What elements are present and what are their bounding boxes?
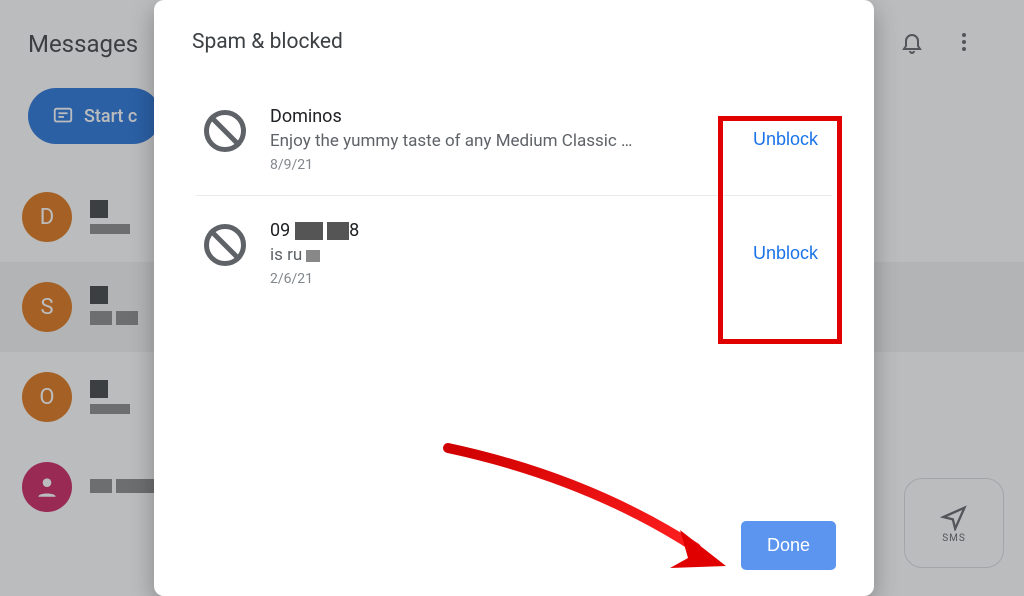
- spam-blocked-dialog: Spam & blocked Dominos Enjoy the yummy t…: [154, 0, 874, 596]
- unblock-button[interactable]: Unblock: [739, 235, 832, 272]
- blocked-entry: Dominos Enjoy the yummy taste of any Med…: [192, 82, 836, 195]
- blocked-icon: [204, 224, 246, 266]
- entry-preview: Enjoy the yummy taste of any Medium Clas…: [270, 131, 650, 151]
- unblock-button[interactable]: Unblock: [739, 121, 832, 158]
- dialog-title: Spam & blocked: [192, 30, 836, 54]
- done-button[interactable]: Done: [741, 521, 836, 570]
- entry-date: 8/9/21: [270, 157, 715, 173]
- entry-sender: Dominos: [270, 106, 715, 127]
- entry-preview: is ru: [270, 245, 650, 265]
- blocked-icon: [204, 110, 246, 152]
- blocked-entry: 09 8 is ru 2/6/21 Unblock: [192, 196, 836, 309]
- entry-sender: 09 8: [270, 220, 715, 241]
- blocked-list: Dominos Enjoy the yummy taste of any Med…: [192, 82, 836, 521]
- entry-date: 2/6/21: [270, 271, 715, 287]
